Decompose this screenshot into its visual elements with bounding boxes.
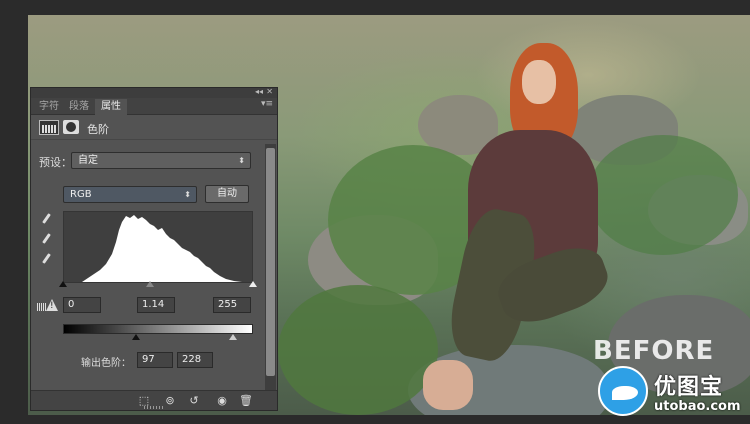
before-label: BEFORE — [593, 336, 715, 366]
input-gamma-field[interactable]: 1.14 — [137, 297, 175, 313]
scrollbar-thumb[interactable] — [266, 148, 275, 376]
visibility-icon[interactable]: ◉ — [215, 394, 229, 407]
auto-button[interactable]: 自动 — [205, 185, 249, 203]
person-face — [522, 60, 556, 104]
properties-panel: ◂◂ ✕ 字符 段落 属性 ▾≡ 色阶 预设： 自定 ⬍ RGB ⬍ 自动 .d… — [30, 87, 278, 411]
panel-titlebar[interactable]: ◂◂ ✕ — [31, 87, 277, 98]
bird-logo-icon — [598, 366, 648, 416]
tab-paragraph[interactable]: 段落 — [63, 99, 95, 115]
tab-character[interactable]: 字符 — [33, 99, 65, 115]
delete-icon[interactable]: 🗑 — [239, 394, 253, 407]
adjustment-header: 色阶 — [31, 116, 277, 140]
preset-label: 预设： — [39, 156, 72, 169]
histogram — [63, 211, 253, 283]
watermark-url: utobao.com — [654, 399, 741, 414]
fern — [588, 135, 738, 255]
gray-eyedropper-icon[interactable] — [39, 233, 53, 247]
output-white-handle[interactable] — [229, 334, 237, 340]
histogram-icon[interactable] — [39, 120, 59, 135]
chevron-updown-icon: ⬍ — [238, 156, 245, 165]
input-black-field[interactable]: 0 — [63, 297, 101, 313]
output-black-handle[interactable] — [132, 334, 140, 340]
input-levels-slider[interactable] — [59, 281, 257, 289]
view-previous-icon[interactable]: ⊚ — [163, 394, 177, 407]
output-white-field[interactable]: 228 — [177, 352, 213, 368]
histogram-graph — [82, 215, 242, 282]
chevron-updown-icon: ⬍ — [184, 190, 191, 199]
tab-properties[interactable]: 属性 — [95, 99, 127, 115]
white-eyedropper-icon[interactable] — [39, 253, 53, 267]
fern — [278, 285, 438, 415]
output-levels-label: 输出色阶： — [81, 358, 131, 369]
resize-grip[interactable] — [144, 406, 164, 409]
input-white-field[interactable]: 255 — [213, 297, 251, 313]
close-icon[interactable]: ✕ — [266, 87, 273, 96]
preset-value: 自定 — [78, 155, 98, 166]
output-gradient-bar — [63, 324, 253, 334]
clipping-warning-icon[interactable] — [37, 299, 58, 313]
watermark-brand: 优图宝 — [654, 375, 724, 400]
panel-tabbar: 字符 段落 属性 ▾≡ — [31, 98, 277, 115]
input-black-handle[interactable] — [59, 281, 67, 287]
mask-icon[interactable] — [63, 120, 79, 134]
collapse-icon[interactable]: ◂◂ — [255, 87, 263, 96]
output-levels-slider[interactable] — [63, 334, 253, 341]
reset-icon[interactable]: ↺ — [187, 394, 201, 407]
output-black-field[interactable]: 97 — [137, 352, 173, 368]
adjustment-title: 色阶 — [87, 123, 109, 136]
panel-scrollbar[interactable] — [265, 144, 276, 392]
channel-select[interactable]: RGB ⬍ — [63, 186, 197, 203]
input-gamma-handle[interactable] — [146, 281, 154, 287]
channel-value: RGB — [70, 189, 92, 200]
person-foot — [423, 360, 473, 410]
panel-menu-icon[interactable]: ▾≡ — [261, 99, 273, 109]
black-eyedropper-icon[interactable]: .d1::after{} — [39, 213, 53, 227]
watermark-logo: 优图宝 utobao.com — [598, 363, 748, 419]
input-white-handle[interactable] — [249, 281, 257, 287]
preset-select[interactable]: 自定 ⬍ — [71, 152, 251, 169]
